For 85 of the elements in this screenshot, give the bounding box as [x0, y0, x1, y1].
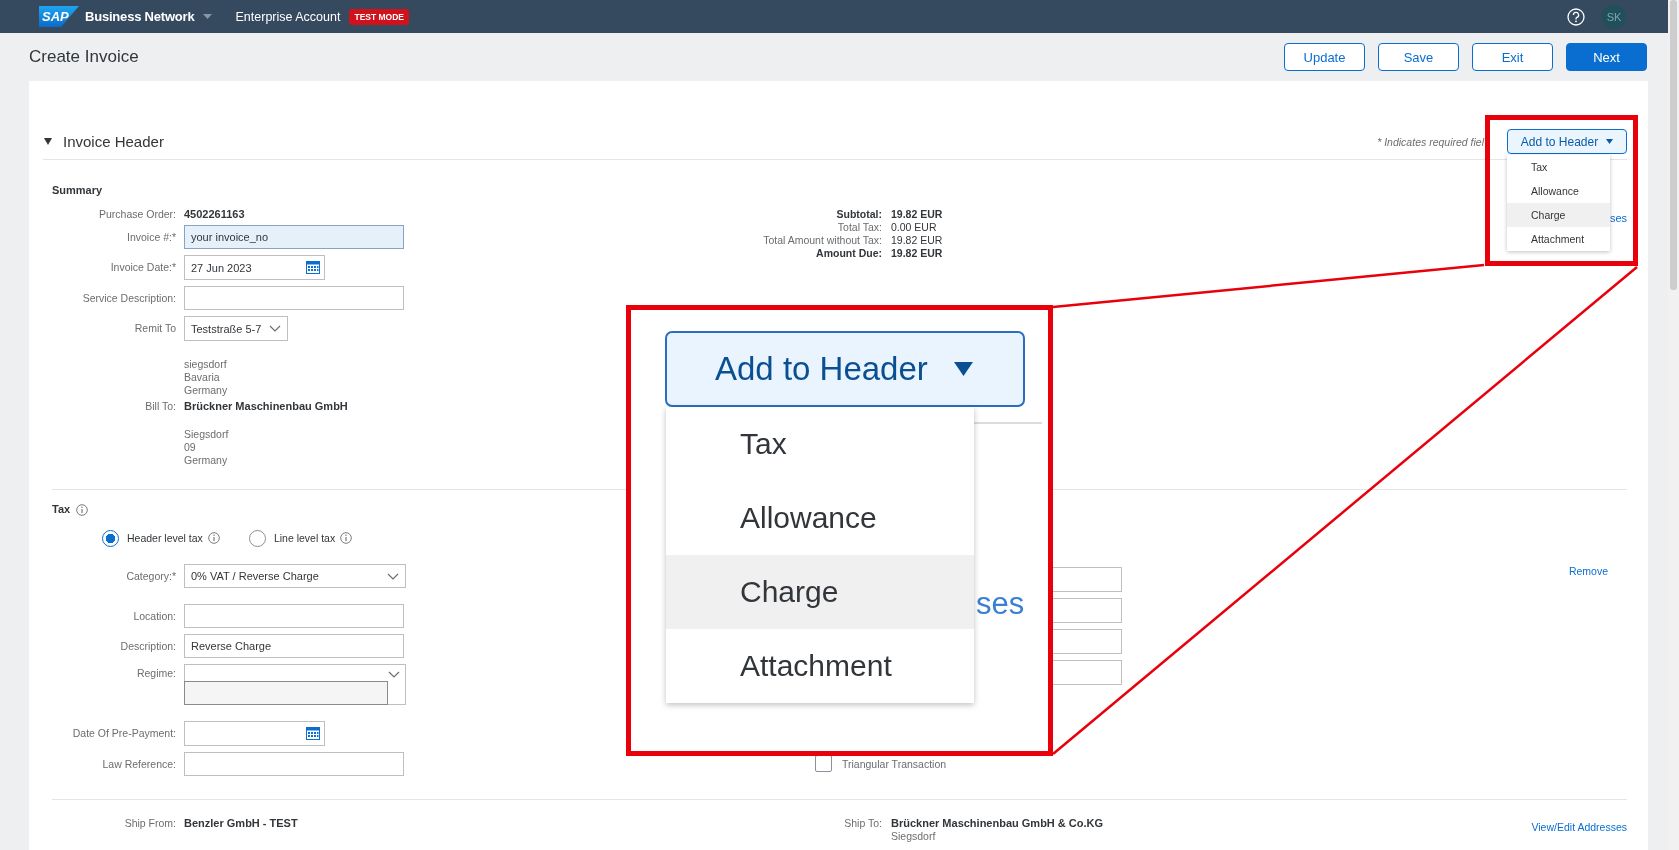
- address-line: siegsdorf: [184, 358, 228, 371]
- add-to-header-button[interactable]: Add to Header: [1507, 129, 1627, 154]
- address-line: Bavaria: [184, 371, 221, 384]
- total-value: 19.82 EUR: [891, 208, 943, 221]
- field-label: Purchase Order:: [97, 207, 176, 221]
- input-field[interactable]: Reverse Charge: [184, 634, 404, 658]
- total-value: 19.82 EUR: [891, 247, 943, 260]
- required-note: * Indicates required fiel: [1377, 135, 1484, 148]
- field-label: Category:*: [125, 569, 176, 583]
- address-line: Siegsdorf: [184, 428, 229, 441]
- company-name: Brückner Maschinenbau GmbH: [184, 399, 348, 413]
- product-name[interactable]: Business Network: [85, 9, 195, 24]
- section-title: Summary: [52, 184, 103, 197]
- dropdown-field[interactable]: 0% VAT / Reverse Charge: [184, 564, 406, 588]
- field-label: Invoice Date:*: [109, 261, 176, 274]
- radio-label: Line level tax: [273, 532, 336, 544]
- combo-field[interactable]: [184, 664, 406, 705]
- total-label: Subtotal:: [835, 208, 882, 221]
- radio-button[interactable]: [248, 529, 266, 547]
- caret-icon[interactable]: [202, 14, 212, 19]
- field-label: Description:: [119, 639, 176, 653]
- page-title: Create Invoice: [29, 47, 139, 67]
- action-button[interactable]: Next: [1566, 43, 1647, 71]
- scrollbar[interactable]: [1668, 0, 1679, 850]
- info-icon[interactable]: [76, 503, 89, 516]
- field-label: Ship To:: [843, 817, 882, 831]
- mode-badge: TEST MODE: [349, 8, 410, 25]
- field-label: Regime:: [135, 666, 176, 680]
- input-field[interactable]: [184, 286, 404, 310]
- input-field[interactable]: your invoice_no: [184, 225, 404, 249]
- radio-button[interactable]: [102, 529, 119, 547]
- menu-item[interactable]: Charge: [1507, 203, 1610, 227]
- collapse-icon[interactable]: [44, 138, 52, 145]
- help-icon[interactable]: [1567, 7, 1585, 26]
- address-line: 09: [184, 441, 197, 454]
- logo[interactable]: SAP: [39, 6, 79, 27]
- menu-item[interactable]: Attachment: [1507, 227, 1610, 251]
- scrollbar-thumb[interactable]: [1670, 0, 1677, 290]
- company-name: Benzler GmbH - TEST: [184, 817, 298, 830]
- action-button[interactable]: Exit: [1472, 43, 1553, 71]
- checkbox-label: Triangular Transaction: [842, 757, 947, 770]
- dropdown-field[interactable]: Teststraße 5-7: [184, 316, 289, 341]
- action-button[interactable]: Save: [1378, 43, 1459, 71]
- total-value: 19.82 EUR: [891, 234, 943, 247]
- field-label: Invoice #:*: [125, 230, 176, 244]
- total-label: Amount Due:: [815, 247, 882, 260]
- chevron-icon: [269, 325, 282, 332]
- chevron-icon: [388, 671, 400, 678]
- date-field[interactable]: [184, 721, 325, 746]
- date-field[interactable]: 27 Jun 2023: [184, 255, 325, 280]
- calendar-icon[interactable]: [306, 261, 320, 274]
- field-label: Law Reference:: [101, 757, 176, 771]
- total-label: Total Amount without Tax:: [762, 234, 882, 247]
- section-title: Tax: [52, 503, 71, 516]
- field-label: Location:: [132, 609, 176, 623]
- account-name[interactable]: Enterprise Account: [235, 9, 341, 24]
- info-icon[interactable]: [207, 532, 220, 544]
- action-button[interactable]: Update: [1284, 43, 1365, 71]
- input-field[interactable]: [184, 681, 388, 705]
- company-name: Brückner Maschinenbau GmbH & Co.KG: [891, 817, 1104, 830]
- info-icon[interactable]: [340, 532, 353, 544]
- field-label: Bill To:: [144, 399, 176, 413]
- field-value: 4502261163: [184, 207, 245, 221]
- section-title: Invoice Header: [63, 133, 164, 150]
- address-line: Siegsdorf: [891, 830, 937, 843]
- chevron-icon: [387, 572, 399, 580]
- calendar-icon[interactable]: [306, 727, 320, 740]
- view-edit-link[interactable]: View/Edit Addresses: [1531, 821, 1627, 834]
- field-label: Date Of Pre-Payment:: [71, 727, 176, 740]
- link[interactable]: ses: [1609, 212, 1627, 225]
- field-label: Service Description:: [81, 291, 176, 305]
- input-field[interactable]: [184, 604, 404, 628]
- address-line: Germany: [184, 384, 228, 397]
- field-label: Remit To: [133, 322, 176, 335]
- field-label: Ship From:: [123, 817, 176, 830]
- menu-item[interactable]: Allowance: [1507, 179, 1610, 203]
- address-line: Germany: [184, 454, 229, 467]
- input-field[interactable]: [184, 752, 404, 776]
- caret-icon: [953, 362, 973, 376]
- total-value: 0.00 EUR: [891, 221, 938, 234]
- caret-icon: [1606, 139, 1614, 144]
- total-label: Total Tax:: [836, 221, 882, 234]
- remove-link[interactable]: Remove: [1568, 565, 1608, 578]
- menu-item[interactable]: Tax: [1507, 155, 1610, 179]
- radio-label: Header level tax: [127, 532, 203, 544]
